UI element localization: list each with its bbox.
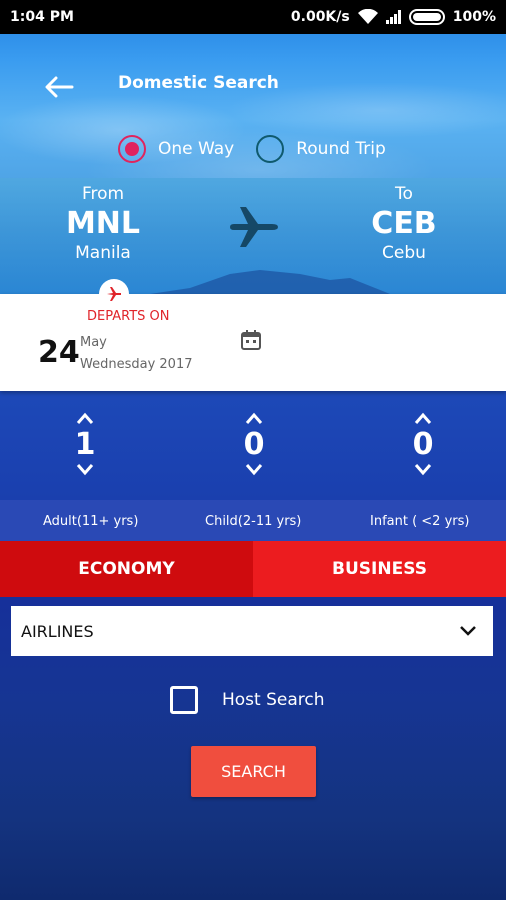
adult-count: 1 (74, 427, 96, 462)
network-speed: 0.00K/s (290, 9, 350, 25)
infant-label: Infant ( <2 yrs) (370, 514, 470, 529)
departs-on-label: DEPARTS ON (87, 309, 170, 324)
child-label: Child(2-11 yrs) (205, 514, 302, 529)
increment-adult-icon[interactable] (55, 411, 115, 427)
business-button[interactable]: BUSINESS (253, 541, 506, 597)
to-code: CEB (371, 206, 437, 241)
round-trip-radio[interactable]: Round Trip (256, 135, 386, 163)
from-code: MNL (65, 206, 141, 241)
economy-button[interactable]: ECONOMY (0, 541, 253, 597)
airlines-value: AIRLINES (21, 621, 94, 641)
decrement-adult-icon[interactable] (55, 463, 115, 479)
infant-counter: 0 (393, 411, 453, 479)
from-city: Manila (75, 243, 131, 263)
radio-selected-icon (118, 135, 146, 163)
signal-icon (385, 10, 401, 24)
chevron-down-icon (459, 622, 477, 641)
from-label: From (81, 184, 125, 204)
page-title: Domestic Search (118, 73, 279, 93)
origin[interactable]: From MNL Manila (38, 184, 168, 263)
back-arrow-icon[interactable] (44, 74, 74, 100)
passenger-labels: Adult(11+ yrs) Child(2-11 yrs) Infant ( … (0, 500, 506, 541)
destination[interactable]: To CEB Cebu (339, 184, 469, 263)
departure-weekday-year: Wednesday 2017 (80, 357, 193, 372)
child-count: 0 (243, 427, 265, 462)
airlines-dropdown[interactable]: AIRLINES (11, 606, 493, 656)
wifi-icon (357, 8, 378, 25)
screen: 1:04 PM 0.00K/s 100% Domestic Search One… (0, 0, 506, 900)
decrement-infant-icon[interactable] (393, 463, 453, 479)
cabin-class-selector: ECONOMY BUSINESS (0, 541, 506, 597)
increment-child-icon[interactable] (224, 411, 284, 427)
plane-badge-icon (99, 279, 129, 309)
battery-icon (408, 9, 445, 25)
departure-day: 24 (38, 335, 80, 370)
adult-counter: 1 (55, 411, 115, 479)
trip-type-selector: One Way Round Trip (118, 135, 386, 163)
to-city: Cebu (382, 243, 426, 263)
calendar-icon[interactable] (240, 329, 262, 351)
status-time: 1:04 PM (10, 9, 74, 25)
one-way-label: One Way (158, 139, 235, 159)
departure-month: May (80, 335, 107, 350)
search-button[interactable]: SEARCH (191, 746, 316, 797)
host-search-row: Host Search (170, 686, 325, 714)
radio-unselected-icon (256, 135, 285, 163)
status-bar: 1:04 PM 0.00K/s 100% (0, 0, 506, 34)
status-indicators: 0.00K/s 100% (290, 8, 496, 25)
to-label: To (395, 184, 413, 204)
airplane-icon (228, 203, 280, 251)
host-search-label: Host Search (222, 690, 325, 710)
mountain-silhouette (150, 270, 390, 294)
one-way-radio[interactable]: One Way (118, 135, 234, 163)
child-counter: 0 (224, 411, 284, 479)
decrement-child-icon[interactable] (224, 463, 284, 479)
round-trip-label: Round Trip (296, 139, 386, 159)
increment-infant-icon[interactable] (393, 411, 453, 427)
battery-level: 100% (452, 9, 496, 25)
adult-label: Adult(11+ yrs) (43, 514, 139, 529)
infant-count: 0 (412, 427, 434, 462)
host-search-checkbox[interactable] (170, 686, 198, 714)
